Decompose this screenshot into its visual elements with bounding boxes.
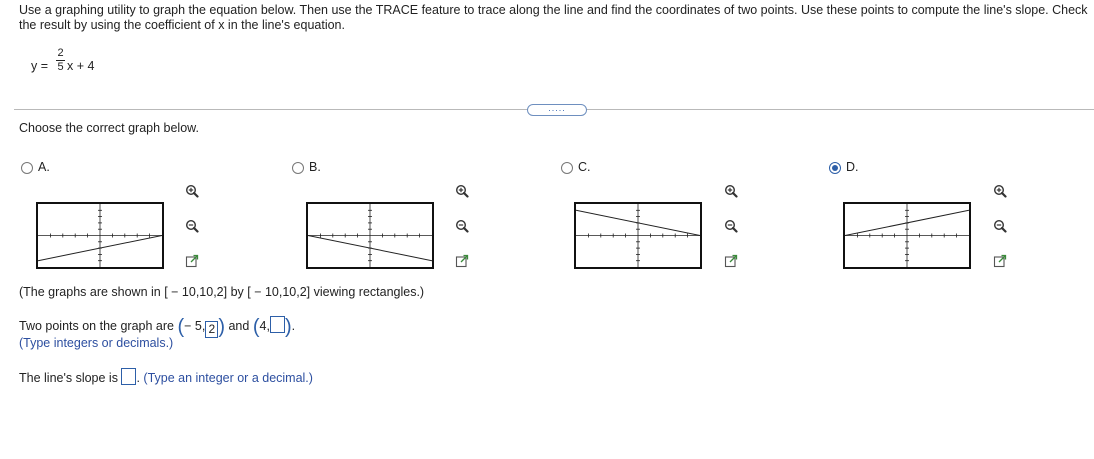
equation-lhs: y = <box>31 59 49 73</box>
option-d-graph-plot <box>845 204 969 267</box>
option-c-graph <box>574 202 702 269</box>
option-c-zoom-out-icon[interactable] <box>724 219 738 233</box>
slope-end: . <box>136 371 140 385</box>
option-b-zoom-out-icon[interactable] <box>455 219 469 233</box>
points-end: . <box>291 319 296 333</box>
option-d-external-link-icon[interactable] <box>993 254 1007 268</box>
choose-prompt: Choose the correct graph below. <box>19 121 199 135</box>
fraction-numerator: 2 <box>57 47 64 59</box>
point1-y-input[interactable]: 2 <box>205 321 219 338</box>
slope-label: The line's slope is <box>19 371 118 385</box>
option-c-external-link-icon[interactable] <box>724 254 738 268</box>
option-b-graph <box>306 202 434 269</box>
option-c-label: C. <box>578 160 591 174</box>
points-question: Two points on the graph are (− 5, 2) and … <box>19 316 295 338</box>
option-b-radio[interactable] <box>292 162 304 174</box>
close-paren: ) <box>218 316 225 338</box>
option-b-label: B. <box>309 160 321 174</box>
option-c-zoom-in-icon[interactable] <box>724 184 738 198</box>
option-b-graph-plot <box>308 204 432 267</box>
option-d-zoom-in-icon[interactable] <box>993 184 1007 198</box>
viewing-rectangle-caption: (The graphs are shown in [ − 10,10,2] by… <box>19 285 425 299</box>
point2-x: 4, <box>259 319 270 333</box>
open-paren: ( <box>252 316 260 338</box>
points-label: Two points on the graph are <box>19 319 174 333</box>
option-a-graph <box>36 202 164 269</box>
option-a-external-link-icon[interactable] <box>185 254 199 268</box>
option-a-radio[interactable] <box>21 162 33 174</box>
option-b-zoom-in-icon[interactable] <box>455 184 469 198</box>
option-c-graph-plot <box>576 204 700 267</box>
option-d-zoom-out-icon[interactable] <box>993 219 1007 233</box>
more-button[interactable]: ..... <box>527 104 587 116</box>
option-d-radio[interactable] <box>829 162 841 174</box>
slope-input[interactable] <box>121 368 137 385</box>
points-hint: (Type integers or decimals.) <box>19 336 174 350</box>
and-text: and <box>228 319 250 333</box>
option-a-zoom-in-icon[interactable] <box>185 184 199 198</box>
equation-fraction: 2 5 <box>56 48 65 73</box>
close-paren: ) <box>284 316 292 338</box>
option-a-graph-plot <box>38 204 162 267</box>
option-a-zoom-out-icon[interactable] <box>185 219 199 233</box>
point1-x: − 5, <box>184 319 206 333</box>
slope-hint: (Type an integer or a decimal.) <box>143 371 313 385</box>
option-a-label: A. <box>38 160 50 174</box>
option-d-label: D. <box>846 160 859 174</box>
fraction-denominator: 5 <box>57 61 64 73</box>
option-b-external-link-icon[interactable] <box>455 254 469 268</box>
option-d-graph <box>843 202 971 269</box>
equation-rhs: x + 4 <box>67 59 95 73</box>
instructions-text: Use a graphing utility to graph the equa… <box>19 3 1088 32</box>
point2-y-input[interactable] <box>269 316 285 333</box>
slope-question: The line's slope is . (Type an integer o… <box>19 368 313 385</box>
option-c-radio[interactable] <box>561 162 573 174</box>
